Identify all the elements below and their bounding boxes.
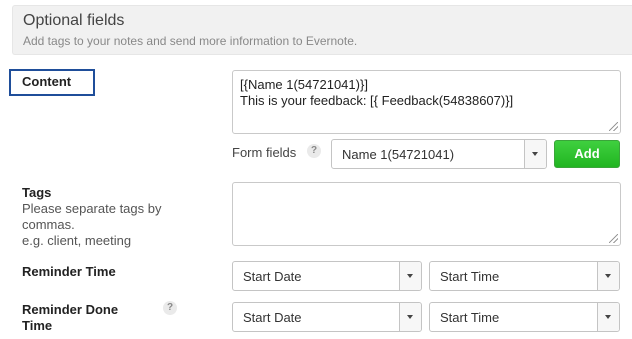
tags-hint-line3: e.g. client, meeting <box>22 233 132 248</box>
content-textarea[interactable] <box>232 70 621 134</box>
reminder-done-help-icon[interactable]: ? <box>163 301 177 315</box>
reminder-done-label-line1: Reminder Done <box>22 302 119 317</box>
tags-hint-line1: Please separate tags by <box>22 201 162 216</box>
reminder-done-date-dropdown-button[interactable] <box>399 303 421 331</box>
optional-fields-header: Optional fields Add tags to your notes a… <box>12 5 632 55</box>
content-label: Content <box>22 74 72 89</box>
reminder-time-value: Start Time <box>440 269 500 284</box>
reminder-done-date-value: Start Date <box>243 310 302 325</box>
form-fields-dropdown-button[interactable] <box>524 140 546 168</box>
form-fields-help-icon[interactable]: ? <box>307 144 321 158</box>
reminder-done-time-dropdown-button[interactable] <box>597 303 619 331</box>
add-button[interactable]: Add <box>554 140 620 168</box>
form-fields-select[interactable]: Name 1(54721041) <box>331 139 547 169</box>
reminder-done-label-line2: Time <box>22 318 53 333</box>
reminder-done-time-select[interactable]: Start Time <box>429 302 620 332</box>
reminder-time-label: Reminder Time <box>22 264 116 279</box>
chevron-down-icon <box>407 315 413 319</box>
reminder-done-time-value: Start Time <box>440 310 500 325</box>
reminder-done-date-select[interactable]: Start Date <box>232 302 422 332</box>
chevron-down-icon <box>407 274 413 278</box>
reminder-date-select[interactable]: Start Date <box>232 261 422 291</box>
tags-label: Tags <box>22 185 52 200</box>
reminder-time-dropdown-button[interactable] <box>597 262 619 290</box>
form-fields-select-value: Name 1(54721041) <box>342 147 455 162</box>
reminder-date-dropdown-button[interactable] <box>399 262 421 290</box>
chevron-down-icon <box>605 315 611 319</box>
section-description: Add tags to your notes and send more inf… <box>23 34 358 48</box>
tags-hint-line2: commas. <box>22 217 75 232</box>
reminder-time-select[interactable]: Start Time <box>429 261 620 291</box>
chevron-down-icon <box>532 152 538 156</box>
tags-textarea[interactable] <box>232 182 621 246</box>
section-title: Optional fields <box>23 12 125 29</box>
form-fields-label: Form fields <box>232 145 297 160</box>
reminder-date-value: Start Date <box>243 269 302 284</box>
chevron-down-icon <box>605 274 611 278</box>
